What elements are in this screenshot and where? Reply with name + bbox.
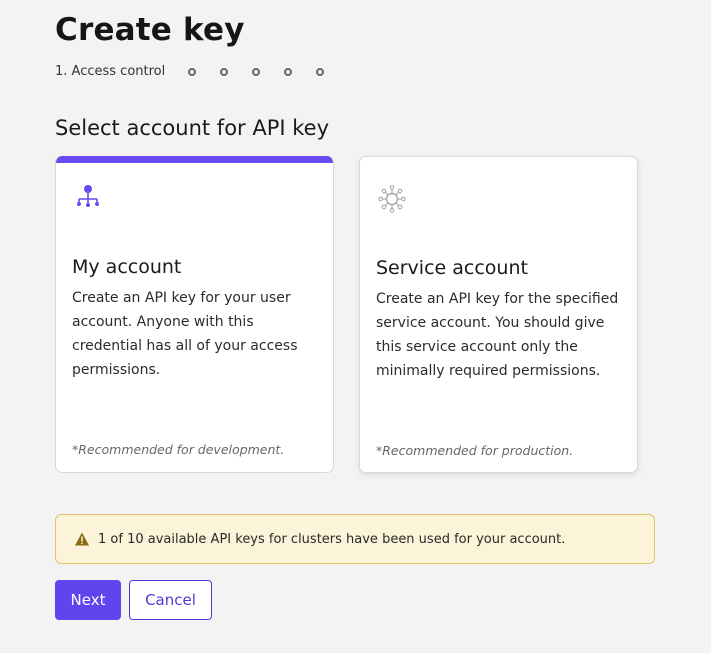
- page-title: Create key: [55, 12, 245, 48]
- card-description: Create an API key for your user account.…: [72, 290, 298, 378]
- card-note: *Recommended for development.: [72, 442, 285, 457]
- usage-warning-banner: 1 of 10 available API keys for clusters …: [55, 514, 655, 564]
- step-dot-4: [252, 67, 261, 76]
- step-label-current: 1. Access control: [55, 64, 166, 79]
- step-dot-6: [316, 67, 325, 76]
- card-description: Create an API key for the specified serv…: [376, 291, 619, 379]
- step-dot-3: [220, 67, 229, 76]
- banner-text: 1 of 10 available API keys for clusters …: [98, 531, 566, 547]
- card-title: My account: [72, 256, 182, 278]
- hierarchy-icon: [77, 185, 99, 207]
- warning-icon: [75, 532, 89, 546]
- step-dot-5: [284, 67, 293, 76]
- step-dot-2: [188, 67, 197, 76]
- cancel-button[interactable]: Cancel: [129, 580, 212, 620]
- stepper: 1. Access control: [55, 64, 325, 79]
- card-my-account[interactable]: My account Create an API key for your us…: [55, 156, 334, 473]
- card-service-account[interactable]: Service account Create an API key for th…: [359, 156, 638, 473]
- card-note: *Recommended for production.: [376, 443, 574, 458]
- next-button[interactable]: Next: [55, 580, 121, 620]
- card-title: Service account: [376, 257, 528, 279]
- service-network-icon: [378, 185, 406, 213]
- section-title: Select account for API key: [55, 116, 330, 140]
